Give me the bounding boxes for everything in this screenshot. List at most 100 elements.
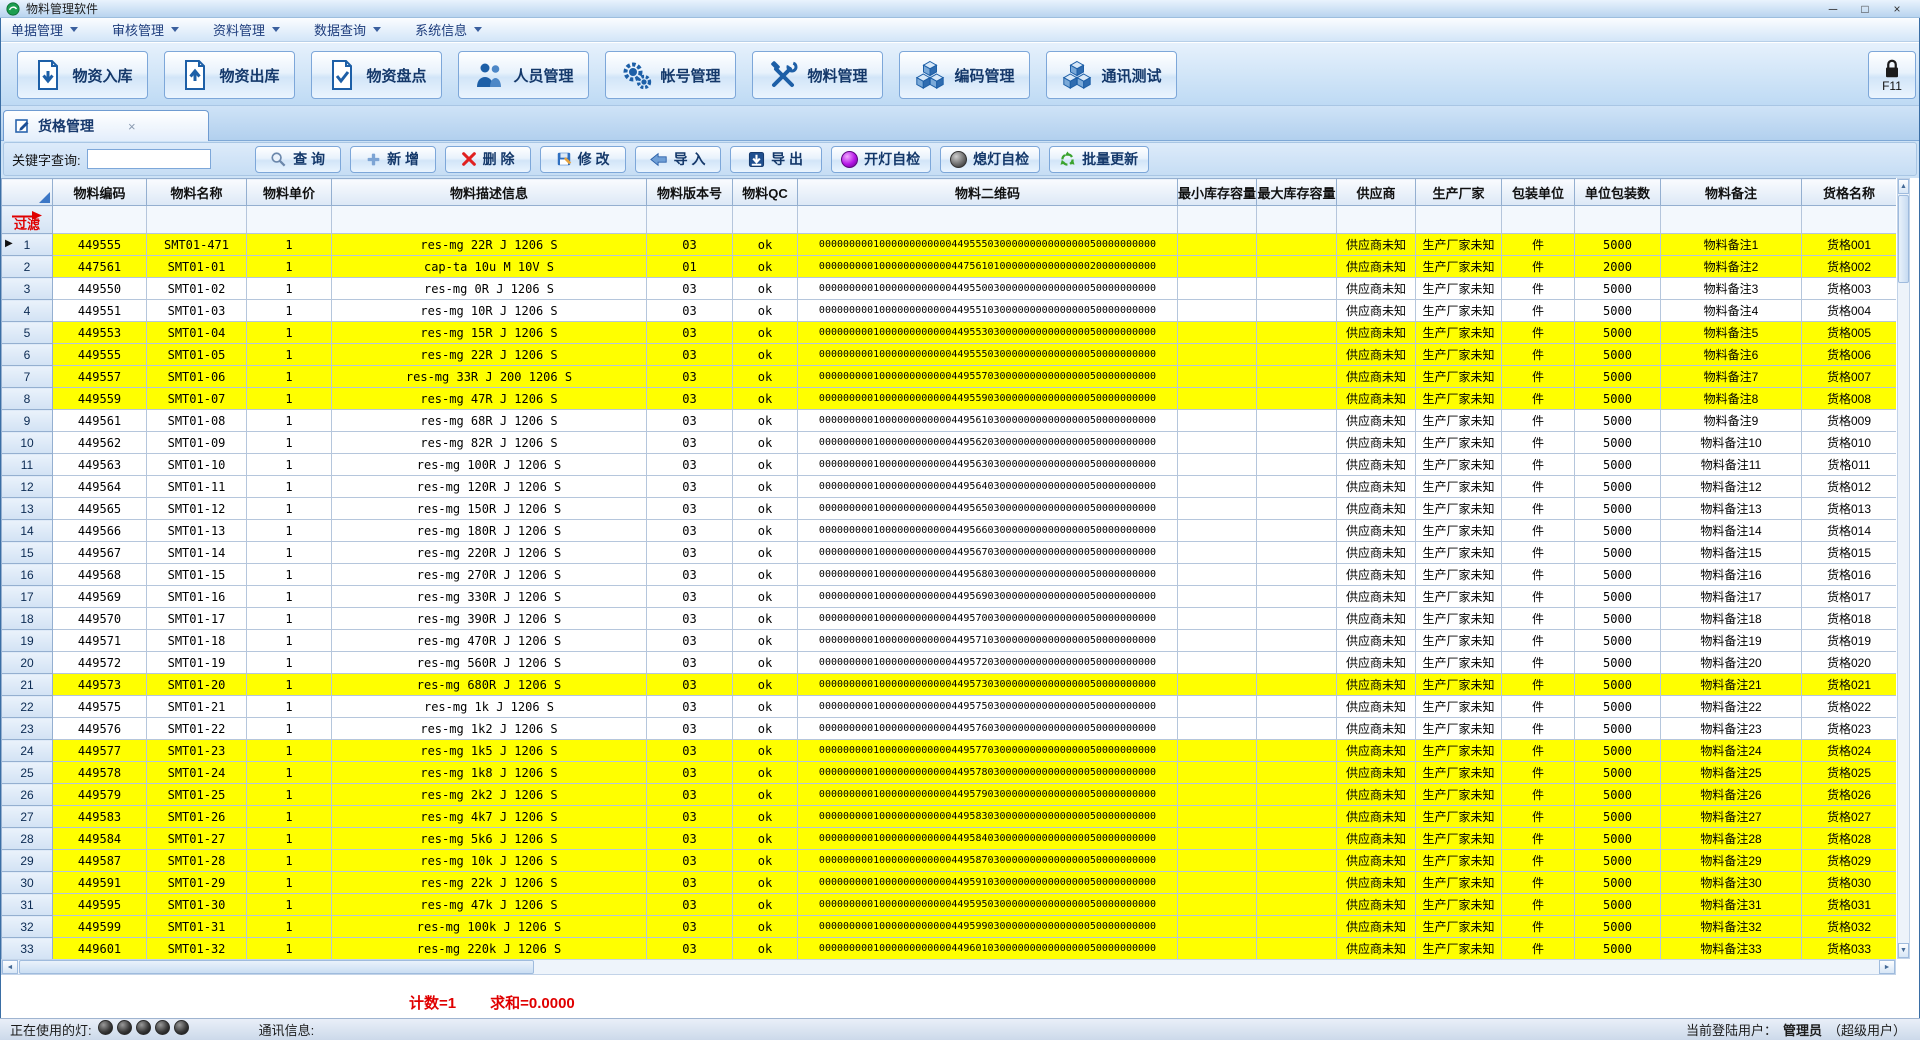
cell[interactable]: 物料备注28 — [1661, 828, 1802, 850]
cell[interactable]: 生产厂家未知 — [1416, 300, 1502, 322]
row-selector[interactable]: 23 — [2, 718, 53, 740]
cell[interactable]: 件 — [1502, 520, 1575, 542]
row-selector[interactable]: 12 — [2, 476, 53, 498]
row-selector[interactable]: 27 — [2, 806, 53, 828]
cell[interactable]: 物料备注27 — [1661, 806, 1802, 828]
cell[interactable]: SMT01-15 — [147, 564, 247, 586]
cell[interactable]: res-mg 4k7 J 1206 S — [332, 806, 647, 828]
cell[interactable]: SMT01-26 — [147, 806, 247, 828]
cell[interactable]: SMT01-01 — [147, 256, 247, 278]
cell[interactable] — [1257, 872, 1337, 894]
cell[interactable]: 0000000001000000000000449576030000000000… — [798, 718, 1178, 740]
row-selector[interactable]: 29 — [2, 850, 53, 872]
cell[interactable]: 生产厂家未知 — [1416, 432, 1502, 454]
cell[interactable]: 5000 — [1575, 432, 1661, 454]
cell[interactable]: 449576 — [53, 718, 147, 740]
cell[interactable]: res-mg 10R J 1206 S — [332, 300, 647, 322]
cell[interactable]: 物料备注8 — [1661, 388, 1802, 410]
cell[interactable]: 货格023 — [1802, 718, 1897, 740]
cell[interactable] — [1178, 938, 1257, 960]
cell[interactable] — [1257, 300, 1337, 322]
cell[interactable]: 449578 — [53, 762, 147, 784]
row-selector[interactable]: 7 — [2, 366, 53, 388]
cell[interactable] — [1257, 652, 1337, 674]
cell[interactable]: SMT01-32 — [147, 938, 247, 960]
cell[interactable] — [1257, 498, 1337, 520]
column-header[interactable]: 物料单价 — [247, 179, 332, 206]
stocktake-button[interactable]: 物资盘点 — [311, 51, 442, 99]
column-header[interactable]: 物料编码 — [53, 179, 147, 206]
cell[interactable]: 物料备注4 — [1661, 300, 1802, 322]
cell[interactable]: 供应商未知 — [1337, 784, 1416, 806]
cell[interactable]: SMT01-11 — [147, 476, 247, 498]
cell[interactable]: 0000000001000000000000447561010000000000… — [798, 256, 1178, 278]
cell[interactable]: ok — [733, 344, 798, 366]
cell[interactable]: 物料备注6 — [1661, 344, 1802, 366]
cell[interactable]: 供应商未知 — [1337, 938, 1416, 960]
cell[interactable]: 件 — [1502, 256, 1575, 278]
cell[interactable]: 物料备注13 — [1661, 498, 1802, 520]
cell[interactable]: 5000 — [1575, 476, 1661, 498]
cell[interactable]: 0000000001000000000000449601030000000000… — [798, 938, 1178, 960]
table-row[interactable]: 21449573SMT01-201res-mg 680R J 1206 S03o… — [2, 674, 1897, 696]
cell[interactable]: 5000 — [1575, 278, 1661, 300]
cell[interactable]: res-mg 82R J 1206 S — [332, 432, 647, 454]
filter-cell[interactable] — [53, 206, 147, 234]
cell[interactable]: SMT01-27 — [147, 828, 247, 850]
cell[interactable] — [1257, 674, 1337, 696]
cell[interactable] — [1257, 762, 1337, 784]
row-selector[interactable]: 8 — [2, 388, 53, 410]
cell[interactable]: 5000 — [1575, 806, 1661, 828]
cell[interactable]: 0000000001000000000000449578030000000000… — [798, 762, 1178, 784]
filter-cell[interactable] — [647, 206, 733, 234]
cell[interactable] — [1257, 410, 1337, 432]
row-selector[interactable]: 30 — [2, 872, 53, 894]
table-row[interactable]: 5449553SMT01-041res-mg 15R J 1206 S03ok0… — [2, 322, 1897, 344]
cell[interactable]: 物料备注24 — [1661, 740, 1802, 762]
cell[interactable]: 供应商未知 — [1337, 652, 1416, 674]
cell[interactable]: 5000 — [1575, 652, 1661, 674]
cell[interactable]: 生产厂家未知 — [1416, 916, 1502, 938]
cell[interactable]: res-mg 10k J 1206 S — [332, 850, 647, 872]
cell[interactable]: SMT01-19 — [147, 652, 247, 674]
table-row[interactable]: 33449601SMT01-321res-mg 220k J 1206 S03o… — [2, 938, 1897, 960]
cell[interactable]: res-mg 330R J 1206 S — [332, 586, 647, 608]
cell[interactable]: 0000000001000000000000449573030000000000… — [798, 674, 1178, 696]
cell[interactable]: 449577 — [53, 740, 147, 762]
cell[interactable]: 1 — [247, 586, 332, 608]
cell[interactable] — [1257, 916, 1337, 938]
cell[interactable] — [1178, 520, 1257, 542]
cell[interactable]: 449567 — [53, 542, 147, 564]
cell[interactable] — [1178, 806, 1257, 828]
cell[interactable] — [1257, 608, 1337, 630]
cell[interactable]: 货格012 — [1802, 476, 1897, 498]
cell[interactable]: 5000 — [1575, 410, 1661, 432]
cell[interactable]: 货格022 — [1802, 696, 1897, 718]
cell[interactable]: ok — [733, 366, 798, 388]
column-header[interactable]: 物料备注 — [1661, 179, 1802, 206]
row-selector[interactable]: 19 — [2, 630, 53, 652]
cell[interactable]: 449583 — [53, 806, 147, 828]
cell[interactable]: 5000 — [1575, 542, 1661, 564]
cell[interactable] — [1257, 542, 1337, 564]
table-row[interactable]: 7449557SMT01-061res-mg 33R J 200 1206 S0… — [2, 366, 1897, 388]
cell[interactable]: ok — [733, 432, 798, 454]
cell[interactable] — [1178, 608, 1257, 630]
cell[interactable]: 03 — [647, 608, 733, 630]
table-row[interactable]: 3449550SMT01-021res-mg 0R J 1206 S03ok00… — [2, 278, 1897, 300]
cell[interactable]: 5000 — [1575, 234, 1661, 256]
cell[interactable]: 物料备注2 — [1661, 256, 1802, 278]
cell[interactable]: 生产厂家未知 — [1416, 718, 1502, 740]
cell[interactable]: 5000 — [1575, 784, 1661, 806]
cell[interactable]: 货格018 — [1802, 608, 1897, 630]
cell[interactable]: 0000000001000000000000449584030000000000… — [798, 828, 1178, 850]
column-header[interactable]: 包装单位 — [1502, 179, 1575, 206]
cell[interactable]: 0000000001000000000000449555030000000000… — [798, 344, 1178, 366]
cell[interactable]: 0000000001000000000000449563030000000000… — [798, 454, 1178, 476]
cell[interactable]: 0000000001000000000000449568030000000000… — [798, 564, 1178, 586]
column-header[interactable]: 物料名称 — [147, 179, 247, 206]
cell[interactable]: 供应商未知 — [1337, 564, 1416, 586]
cell[interactable]: 449579 — [53, 784, 147, 806]
table-row[interactable]: 23449576SMT01-221res-mg 1k2 J 1206 S03ok… — [2, 718, 1897, 740]
cell[interactable]: 生产厂家未知 — [1416, 806, 1502, 828]
